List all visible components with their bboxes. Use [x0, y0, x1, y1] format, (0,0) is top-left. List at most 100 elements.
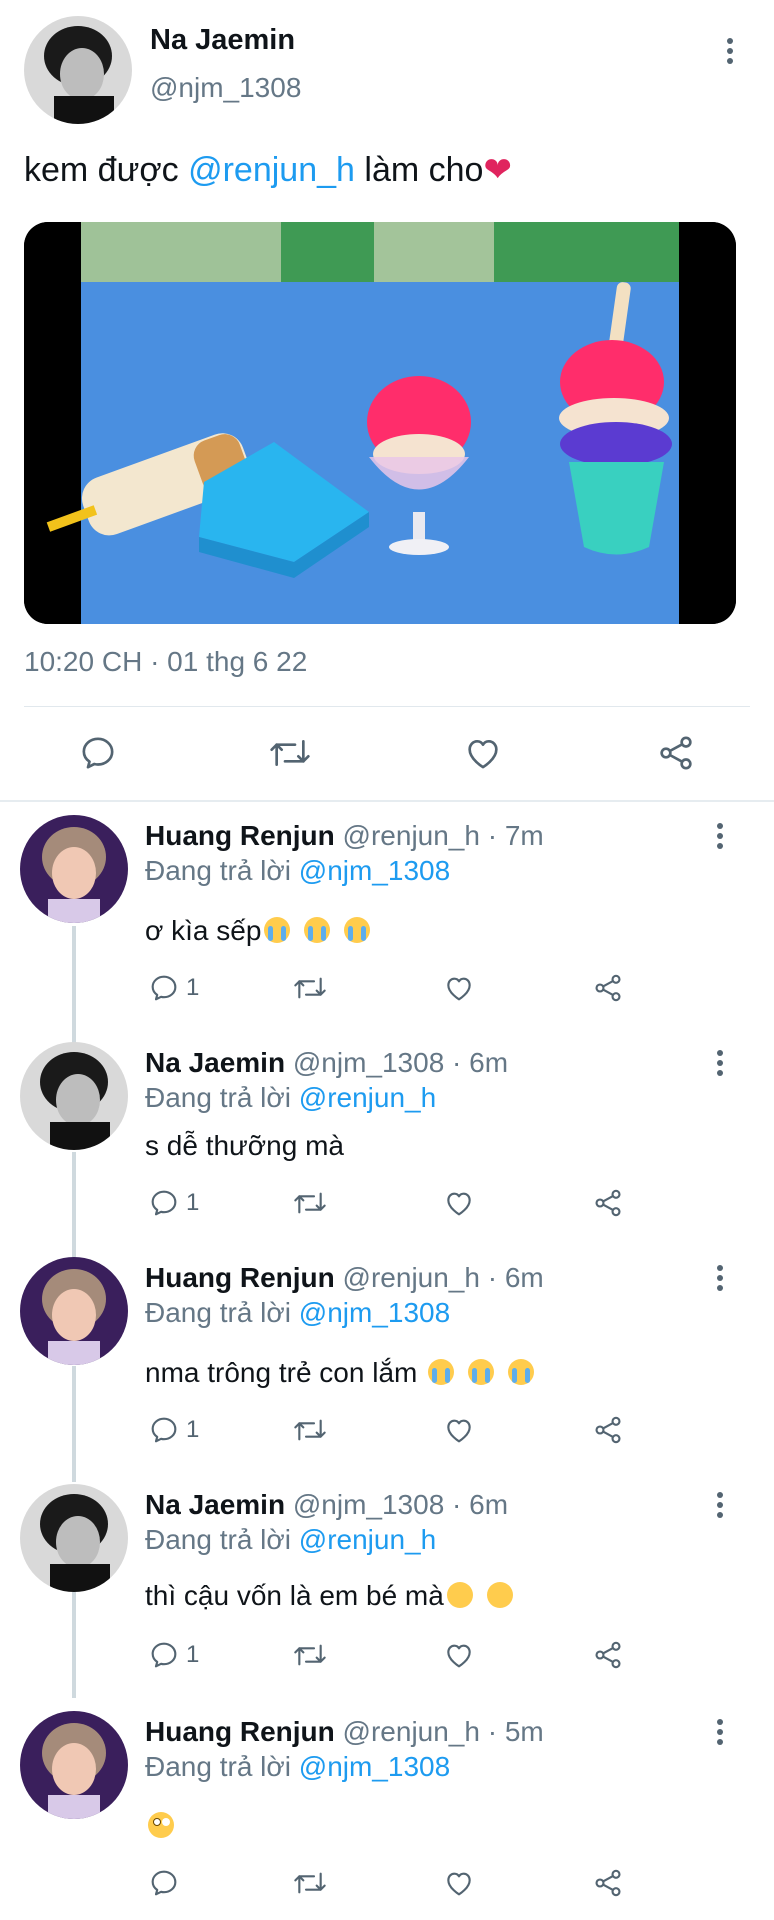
reply-avatar[interactable]	[20, 1484, 128, 1592]
replying-mention[interactable]: @njm_1308	[299, 1297, 450, 1328]
reply-button[interactable]: 1	[148, 1187, 199, 1219]
reply-handle-time[interactable]: @renjun_h · 5m	[343, 1716, 544, 1747]
thread-line	[72, 1152, 76, 1260]
reply-avatar[interactable]	[20, 1042, 128, 1150]
retweet-button[interactable]	[292, 1639, 328, 1671]
reply-button[interactable]: 1	[148, 1414, 199, 1446]
reply-text-content: thì cậu vốn là em bé mà	[145, 1580, 444, 1611]
replying-mention[interactable]: @renjun_h	[299, 1082, 436, 1113]
flushed-emoji	[148, 1812, 174, 1838]
heart-icon	[447, 977, 471, 1001]
replying-to: Đang trả lời @njm_1308	[145, 1297, 450, 1329]
reply-header: Na Jaemin @njm_1308 · 6m	[145, 1489, 508, 1521]
reply-button[interactable]: 1	[148, 972, 199, 1004]
like-button[interactable]	[462, 733, 504, 773]
retweet-button[interactable]	[268, 733, 312, 773]
share-button[interactable]	[592, 1187, 624, 1219]
reply-handle-time[interactable]: @renjun_h · 6m	[343, 1262, 544, 1293]
author-avatar[interactable]	[24, 16, 132, 124]
mention-link[interactable]: @renjun_h	[188, 151, 355, 189]
reply-handle-time[interactable]: @renjun_h · 7m	[343, 820, 544, 851]
reply-count: 1	[186, 974, 200, 1001]
like-button[interactable]	[442, 1639, 476, 1671]
replying-to: Đang trả lời @njm_1308	[145, 855, 450, 887]
replying-mention[interactable]: @njm_1308	[299, 1751, 450, 1782]
reply-button[interactable]: 1	[148, 1639, 199, 1671]
reply-text: s dễ thưỡng mà	[145, 1130, 344, 1162]
retweet-button[interactable]	[292, 1867, 328, 1899]
share-icon	[595, 1641, 621, 1669]
reply-author-name[interactable]: Huang Renjun	[145, 820, 335, 851]
reply-count: 1	[186, 1641, 200, 1668]
author-handle[interactable]: @njm_1308	[150, 72, 301, 104]
replying-to: Đang trả lời @renjun_h	[145, 1082, 436, 1114]
share-button[interactable]	[592, 972, 624, 1004]
more-options-icon[interactable]	[714, 1265, 726, 1295]
share-icon	[595, 974, 621, 1002]
tears-of-joy-emoji	[486, 1582, 513, 1608]
reply-author-name[interactable]: Huang Renjun	[145, 1262, 335, 1293]
share-icon	[595, 1416, 621, 1444]
author-name[interactable]: Na Jaemin	[150, 24, 295, 57]
replying-mention[interactable]: @renjun_h	[299, 1524, 436, 1555]
reply-header: Huang Renjun @renjun_h · 5m	[145, 1716, 544, 1748]
reply-text	[145, 1810, 177, 1842]
crying-emoji	[428, 1359, 455, 1385]
more-options-icon[interactable]	[724, 38, 736, 68]
tweet-media-image[interactable]	[24, 222, 736, 624]
reply-avatar[interactable]	[20, 815, 128, 923]
reply-text: ơ kìa sếp	[145, 915, 373, 947]
reply-handle-time[interactable]: @njm_1308 · 6m	[293, 1047, 508, 1078]
reply-text: nma trông trẻ con lắm	[145, 1357, 537, 1389]
reply-header: Huang Renjun @renjun_h · 7m	[145, 820, 544, 852]
reply-text-content: s dễ thưỡng mà	[145, 1130, 344, 1161]
share-icon	[660, 736, 692, 770]
more-options-icon[interactable]	[714, 1050, 726, 1080]
reply-text-content: nma trông trẻ con lắm	[145, 1357, 426, 1388]
tweet-text-after: làm cho	[354, 151, 484, 189]
reply-button[interactable]	[78, 733, 118, 773]
reply-author-name[interactable]: Na Jaemin	[145, 1047, 285, 1078]
reply-icon	[151, 1642, 177, 1668]
share-button[interactable]	[592, 1867, 624, 1899]
more-options-icon[interactable]	[714, 1719, 726, 1749]
reply-author-name[interactable]: Na Jaemin	[145, 1489, 285, 1520]
heart-emoji: ❤	[483, 151, 512, 189]
reply-author-name[interactable]: Huang Renjun	[145, 1716, 335, 1747]
reply-icon	[151, 1190, 177, 1216]
thread-line	[72, 926, 76, 1046]
share-button[interactable]	[656, 733, 696, 773]
replying-label: Đang trả lời	[145, 1751, 299, 1782]
retweet-button[interactable]	[292, 972, 328, 1004]
like-button[interactable]	[442, 1867, 476, 1899]
share-button[interactable]	[592, 1414, 624, 1446]
retweet-button[interactable]	[292, 1187, 328, 1219]
reply-count: 1	[186, 1189, 200, 1216]
reply-avatar[interactable]	[20, 1257, 128, 1365]
more-options-icon[interactable]	[714, 1492, 726, 1522]
tweet-timestamp[interactable]: 10:20 CH · 01 thg 6 22	[24, 646, 307, 678]
like-button[interactable]	[442, 972, 476, 1004]
share-button[interactable]	[592, 1639, 624, 1671]
reply-button[interactable]	[148, 1867, 180, 1899]
share-icon	[595, 1869, 621, 1897]
reply-icon	[151, 1870, 177, 1896]
replying-mention[interactable]: @njm_1308	[299, 855, 450, 886]
heart-icon	[447, 1644, 471, 1668]
replying-to: Đang trả lời @renjun_h	[145, 1524, 436, 1556]
reply-avatar[interactable]	[20, 1711, 128, 1819]
retweet-icon	[294, 1644, 326, 1666]
reply-count: 1	[186, 1416, 200, 1443]
crying-emoji	[343, 917, 370, 943]
heart-icon	[447, 1872, 471, 1896]
divider	[24, 706, 750, 707]
like-button[interactable]	[442, 1414, 476, 1446]
tears-of-joy-emoji	[446, 1582, 473, 1608]
retweet-button[interactable]	[292, 1414, 328, 1446]
more-options-icon[interactable]	[714, 823, 726, 853]
like-button[interactable]	[442, 1187, 476, 1219]
reply-handle-time[interactable]: @njm_1308 · 6m	[293, 1489, 508, 1520]
retweet-icon	[294, 977, 326, 999]
reply-header: Huang Renjun @renjun_h · 6m	[145, 1262, 544, 1294]
replying-label: Đang trả lời	[145, 1524, 299, 1555]
